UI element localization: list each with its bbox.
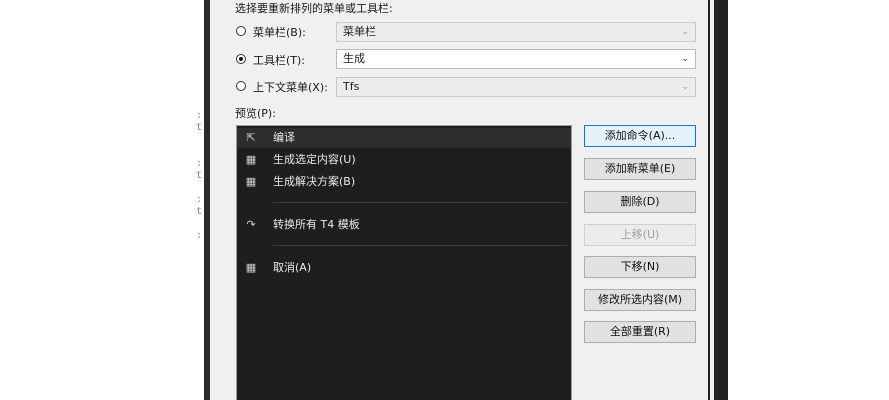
toolbar-label[interactable]: 工具栏(T):	[253, 52, 305, 68]
preview-item-label: 取消(A)	[273, 261, 312, 274]
move-down-button[interactable]: 下移(N)	[584, 256, 696, 278]
preview-item-label: 生成选定内容(U)	[273, 153, 356, 166]
build-selection-icon: ▦	[245, 153, 257, 166]
move-up-button[interactable]: 上移(U)	[584, 224, 696, 246]
preview-item-label: 转换所有 T4 模板	[273, 218, 360, 231]
context-menu-combo[interactable]: Tfs ⌄	[336, 77, 696, 97]
preview-list[interactable]: ⇱ 编译 ▦ 生成选定内容(U) ▦ 生成解决方案(B) ↷ 转换所有 T4 模…	[236, 125, 572, 400]
preview-separator	[273, 245, 567, 246]
menu-bar-combo-value: 菜单栏	[343, 25, 376, 38]
toolbar-combo-value: 生成	[343, 52, 365, 65]
preview-item-build-selection[interactable]: ▦ 生成选定内容(U)	[237, 150, 571, 170]
menu-bar-combo[interactable]: 菜单栏 ⌄	[336, 22, 696, 42]
delete-button[interactable]: 删除(D)	[584, 191, 696, 213]
chevron-down-icon: ⌄	[681, 27, 689, 37]
preview-item-label: 编译	[273, 131, 295, 144]
preview-separator	[273, 202, 567, 203]
context-menu-label[interactable]: 上下文菜单(X):	[253, 79, 328, 95]
preview-item-compile[interactable]: ⇱ 编译	[237, 128, 571, 148]
chevron-down-icon: ⌄	[681, 82, 689, 92]
context-menu-radio[interactable]	[236, 81, 246, 91]
toolbar-radio[interactable]	[236, 54, 246, 64]
choose-menu-label: 选择要重新排列的菜单或工具栏:	[235, 2, 393, 15]
preview-item-transform-templates[interactable]: ↷ 转换所有 T4 模板	[237, 215, 571, 235]
menu-bar-radio[interactable]	[236, 26, 246, 36]
menu-bar-label[interactable]: 菜单栏(B):	[253, 24, 306, 40]
dialog-right-edge	[710, 0, 714, 400]
toolbar-combo[interactable]: 生成 ⌄	[336, 49, 696, 69]
reset-all-button[interactable]: 全部重置(R)	[584, 321, 696, 343]
add-new-menu-button[interactable]: 添加新菜单(E)	[584, 158, 696, 180]
build-solution-icon: ▦	[245, 175, 257, 188]
preview-label: 预览(P):	[235, 107, 276, 120]
add-command-button[interactable]: 添加命令(A)...	[584, 125, 696, 147]
modify-selection-button[interactable]: 修改所选内容(M)	[584, 289, 696, 311]
cancel-build-icon: ▦	[245, 261, 257, 274]
preview-item-build-solution[interactable]: ▦ 生成解决方案(B)	[237, 172, 571, 192]
chevron-down-icon: ⌄	[681, 54, 689, 64]
preview-item-cancel[interactable]: ▦ 取消(A)	[237, 258, 571, 278]
transform-templates-icon: ↷	[246, 218, 256, 231]
context-menu-combo-value: Tfs	[343, 80, 360, 93]
compile-icon: ⇱	[246, 131, 256, 144]
preview-item-label: 生成解决方案(B)	[273, 175, 356, 188]
